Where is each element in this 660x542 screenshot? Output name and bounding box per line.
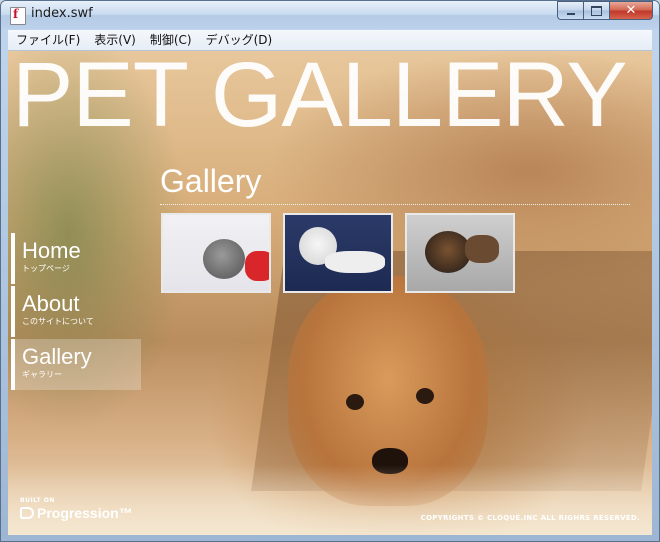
nav-item-home[interactable]: Home トップページ bbox=[11, 233, 141, 284]
thumbnail-french-bulldog[interactable] bbox=[283, 213, 393, 293]
menu-file[interactable]: ファイル(F) bbox=[10, 30, 86, 50]
progression-logo-icon bbox=[20, 507, 34, 519]
maximize-icon bbox=[591, 5, 602, 16]
nav-item-gallery[interactable]: Gallery ギャラリー bbox=[11, 339, 141, 390]
brand-name: Progression™ bbox=[37, 505, 133, 521]
nav-item-about[interactable]: About このサイトについて bbox=[11, 286, 141, 337]
progression-logo-link[interactable]: Progression™ bbox=[20, 505, 133, 521]
copyright-text: COPYRIGHTS © CLOQUE.INC ALL RIGHRS RESER… bbox=[420, 514, 640, 522]
bulldog-body bbox=[325, 251, 385, 273]
gallery-thumbnails bbox=[161, 213, 527, 293]
maximize-button[interactable] bbox=[583, 1, 609, 20]
flash-content: PET GALLERY Gallery Home トップページ About この… bbox=[8, 51, 652, 535]
nav-label: About bbox=[22, 291, 80, 316]
thumbnail-shiba[interactable] bbox=[405, 213, 515, 293]
nav-sublabel: トップページ bbox=[22, 264, 70, 273]
close-icon: ✕ bbox=[625, 3, 637, 18]
site-title: PET GALLERY bbox=[12, 51, 628, 146]
nav-sublabel: このサイトについて bbox=[22, 317, 94, 326]
side-navigation: Home トップページ About このサイトについて Gallery ギャラリ… bbox=[11, 233, 141, 392]
close-button[interactable]: ✕ bbox=[609, 1, 653, 20]
section-title: Gallery bbox=[160, 163, 262, 199]
section-divider bbox=[160, 204, 630, 205]
built-on-label: BUILT ON bbox=[20, 497, 55, 504]
thumbnail-kitten[interactable] bbox=[161, 213, 271, 293]
window-controls: ✕ bbox=[557, 1, 653, 21]
shiba-paw bbox=[465, 235, 499, 263]
menu-control[interactable]: 制御(C) bbox=[144, 30, 198, 50]
dog-right-eye bbox=[416, 388, 434, 404]
app-window: index.swf ✕ ファイル(F) 表示(V) 制御(C) デバッグ(D) … bbox=[0, 0, 660, 542]
minimize-button[interactable] bbox=[557, 1, 583, 20]
minimize-icon bbox=[566, 12, 575, 15]
kitten-photo bbox=[203, 239, 245, 279]
red-toy bbox=[245, 251, 269, 281]
dog-left-eye bbox=[346, 394, 364, 410]
menu-view[interactable]: 表示(V) bbox=[88, 30, 142, 50]
menu-bar: ファイル(F) 表示(V) 制御(C) デバッグ(D) bbox=[8, 30, 652, 51]
menu-debug[interactable]: デバッグ(D) bbox=[200, 30, 279, 50]
floor-background bbox=[8, 465, 652, 535]
window-title: index.swf bbox=[31, 6, 93, 21]
title-bar[interactable]: index.swf ✕ bbox=[1, 1, 659, 29]
nav-sublabel: ギャラリー bbox=[22, 370, 62, 379]
nav-label: Gallery bbox=[22, 344, 92, 369]
flash-app-icon bbox=[10, 7, 26, 25]
nav-label: Home bbox=[22, 238, 81, 263]
